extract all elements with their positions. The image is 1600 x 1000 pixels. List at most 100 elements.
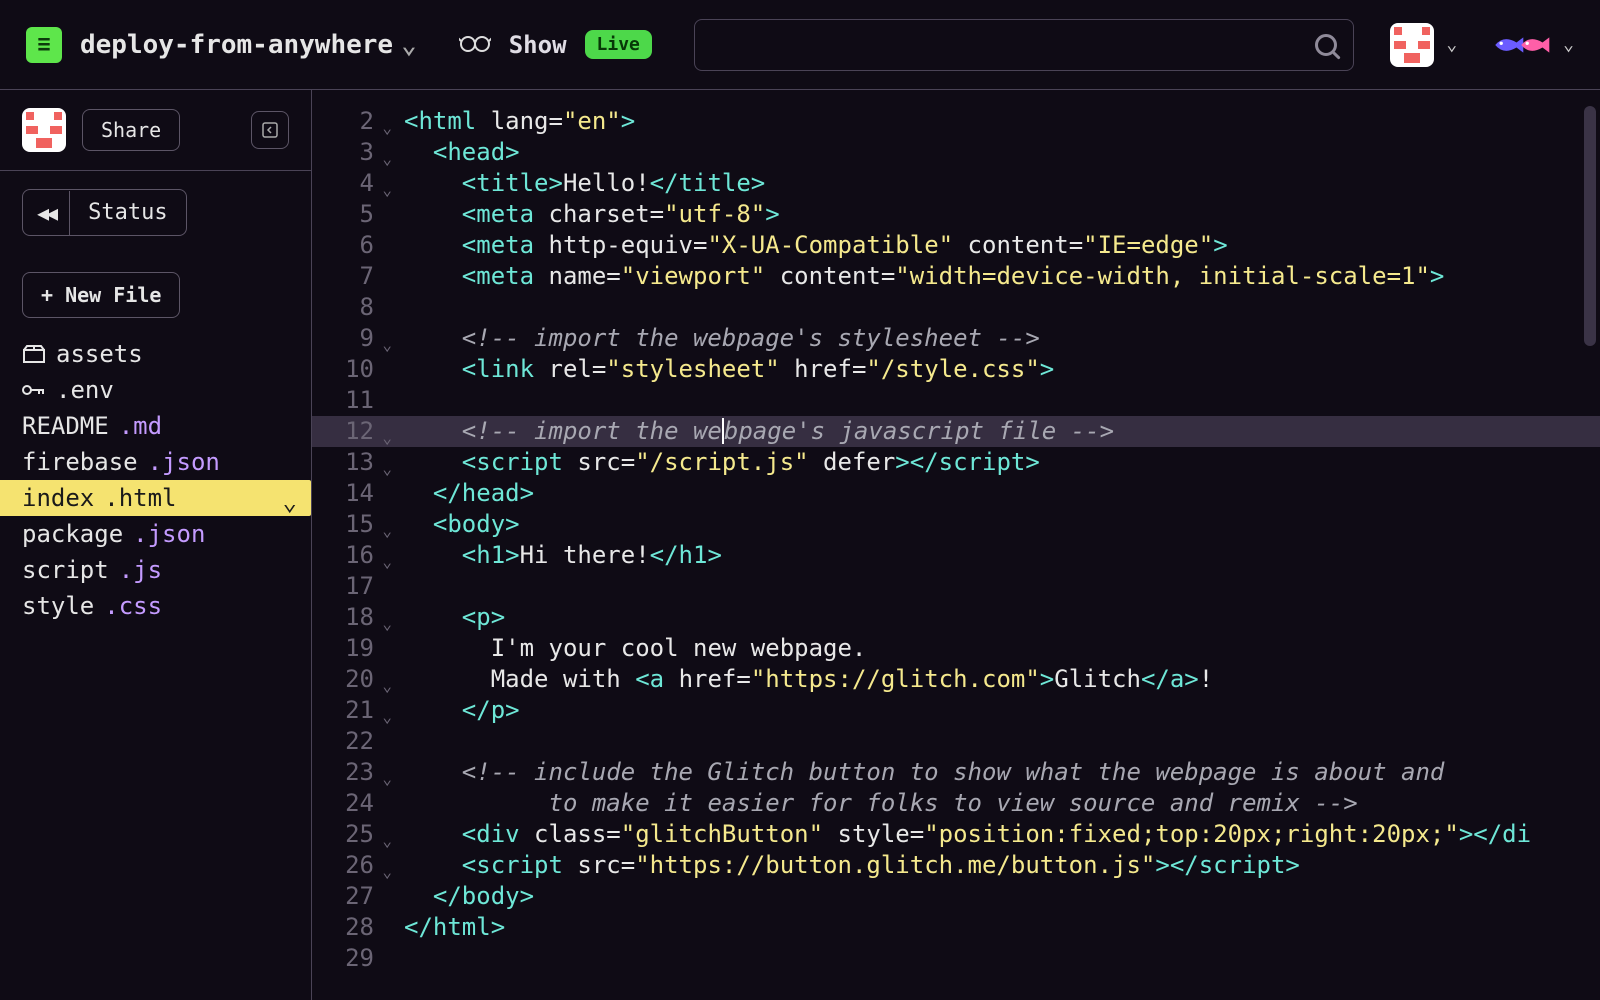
code-line[interactable]: to make it easier for folks to view sour… <box>388 788 1600 819</box>
code-line[interactable]: Made with <a href="https://glitch.com">G… <box>388 664 1600 695</box>
line-number: 9⌄ <box>312 323 388 354</box>
code-line[interactable]: <!-- import the webpage's stylesheet --> <box>388 323 1600 354</box>
status-button[interactable]: Status <box>70 190 185 235</box>
code-line[interactable] <box>388 726 1600 757</box>
status-toolbar: ◀◀ Status <box>22 189 187 236</box>
chevron-down-icon: ⌄ <box>283 488 297 516</box>
chevron-down-icon: ⌄ <box>1446 34 1457 55</box>
user-avatar <box>1390 23 1434 67</box>
code-line[interactable]: </p> <box>388 695 1600 726</box>
line-number: 29 <box>312 943 388 974</box>
line-number: 2⌄ <box>312 106 388 137</box>
show-button[interactable]: Show <box>509 31 567 59</box>
sunglasses-icon <box>459 31 491 59</box>
file-name: firebase <box>22 448 138 476</box>
search-input[interactable] <box>694 19 1354 71</box>
file-name: .env <box>56 376 114 404</box>
line-number: 17 <box>312 571 388 602</box>
file-item-firebase-json[interactable]: firebase.json <box>22 444 311 480</box>
app-header: ≡ deploy-from-anywhere ⌄ Show Live ⌄ ⌄ <box>0 0 1600 90</box>
code-line[interactable]: <h1>Hi there!</h1> <box>388 540 1600 571</box>
share-button[interactable]: Share <box>82 109 180 151</box>
code-line[interactable]: <meta name="viewport" content="width=dev… <box>388 261 1600 292</box>
rewind-button[interactable]: ◀◀ <box>23 191 70 235</box>
file-name: style <box>22 592 94 620</box>
file-tree: assets.envREADME.mdfirebase.jsonindex.ht… <box>0 336 311 624</box>
line-number: 27 <box>312 881 388 912</box>
line-number: 13⌄ <box>312 447 388 478</box>
line-number: 19 <box>312 633 388 664</box>
project-name-text: deploy-from-anywhere <box>80 30 393 60</box>
project-name-dropdown[interactable]: deploy-from-anywhere ⌄ <box>80 30 417 60</box>
live-badge[interactable]: Live <box>585 30 652 59</box>
code-line[interactable] <box>388 292 1600 323</box>
line-number: 20⌄ <box>312 664 388 695</box>
line-number: 6 <box>312 230 388 261</box>
file-item-assets[interactable]: assets <box>22 336 311 372</box>
code-editor[interactable]: 2⌄3⌄4⌄56789⌄101112⌄13⌄1415⌄16⌄1718⌄1920⌄… <box>312 90 1600 1000</box>
file-item-script-js[interactable]: script .js <box>22 552 311 588</box>
line-number: 16⌄ <box>312 540 388 571</box>
line-number: 8 <box>312 292 388 323</box>
file-extension: .json <box>133 520 205 548</box>
line-number: 7 <box>312 261 388 292</box>
line-number: 10 <box>312 354 388 385</box>
line-number: 26⌄ <box>312 850 388 881</box>
new-file-button[interactable]: + New File <box>22 272 180 318</box>
code-line[interactable]: I'm your cool new webpage. <box>388 633 1600 664</box>
code-line[interactable]: <html lang="en"> <box>388 106 1600 137</box>
project-avatar[interactable] <box>22 108 66 152</box>
code-line[interactable]: <title>Hello!</title> <box>388 168 1600 199</box>
file-item--env[interactable]: .env <box>22 372 311 408</box>
chevron-down-icon: ⌄ <box>401 30 417 60</box>
code-line[interactable]: <script src="https://button.glitch.me/bu… <box>388 850 1600 881</box>
file-item-index-html[interactable]: index.html⌄ <box>0 480 311 516</box>
file-name: assets <box>56 340 143 368</box>
file-item-style-css[interactable]: style .css <box>22 588 311 624</box>
code-line[interactable]: <p> <box>388 602 1600 633</box>
line-gutter: 2⌄3⌄4⌄56789⌄101112⌄13⌄1415⌄16⌄1718⌄1920⌄… <box>312 106 388 1000</box>
file-item-package-json[interactable]: package.json <box>22 516 311 552</box>
team-menu[interactable]: ⌄ <box>1475 32 1574 58</box>
code-line[interactable]: </body> <box>388 881 1600 912</box>
line-number: 15⌄ <box>312 509 388 540</box>
line-number: 25⌄ <box>312 819 388 850</box>
code-line[interactable]: <!-- import the webpage's javascript fil… <box>388 416 1600 447</box>
code-line[interactable]: <div class="glitchButton" style="positio… <box>388 819 1600 850</box>
glitch-logo[interactable]: ≡ <box>26 27 62 63</box>
line-number: 21⌄ <box>312 695 388 726</box>
search-icon <box>1315 34 1337 56</box>
file-name: script <box>22 556 109 584</box>
file-extension: .css <box>104 592 162 620</box>
line-number: 23⌄ <box>312 757 388 788</box>
collapse-sidebar-button[interactable] <box>251 111 289 149</box>
collapse-left-icon <box>262 122 278 138</box>
assets-icon <box>22 344 46 364</box>
code-line[interactable]: <!-- include the Glitch button to show w… <box>388 757 1600 788</box>
file-extension: .js <box>119 556 162 584</box>
code-line[interactable] <box>388 943 1600 974</box>
code-line[interactable]: <link rel="stylesheet" href="/style.css"… <box>388 354 1600 385</box>
code-area[interactable]: <html lang="en"> <head> <title>Hello!</t… <box>388 106 1600 1000</box>
code-line[interactable]: <script src="/script.js" defer></script> <box>388 447 1600 478</box>
code-line[interactable] <box>388 571 1600 602</box>
code-line[interactable]: <meta charset="utf-8"> <box>388 199 1600 230</box>
editor-scrollbar[interactable] <box>1584 106 1596 346</box>
line-number: 22 <box>312 726 388 757</box>
code-line[interactable] <box>388 385 1600 416</box>
code-line[interactable]: <meta http-equiv="X-UA-Compatible" conte… <box>388 230 1600 261</box>
line-number: 24 <box>312 788 388 819</box>
code-line[interactable]: </head> <box>388 478 1600 509</box>
line-number: 4⌄ <box>312 168 388 199</box>
line-number: 3⌄ <box>312 137 388 168</box>
chevron-down-icon: ⌄ <box>1563 34 1574 55</box>
file-name: index <box>22 484 94 512</box>
file-item-README-md[interactable]: README.md <box>22 408 311 444</box>
line-number: 14 <box>312 478 388 509</box>
code-line[interactable]: <body> <box>388 509 1600 540</box>
code-line[interactable]: <head> <box>388 137 1600 168</box>
code-line[interactable]: </html> <box>388 912 1600 943</box>
user-menu[interactable]: ⌄ <box>1372 23 1457 67</box>
file-name: README <box>22 412 109 440</box>
key-icon <box>22 380 46 400</box>
